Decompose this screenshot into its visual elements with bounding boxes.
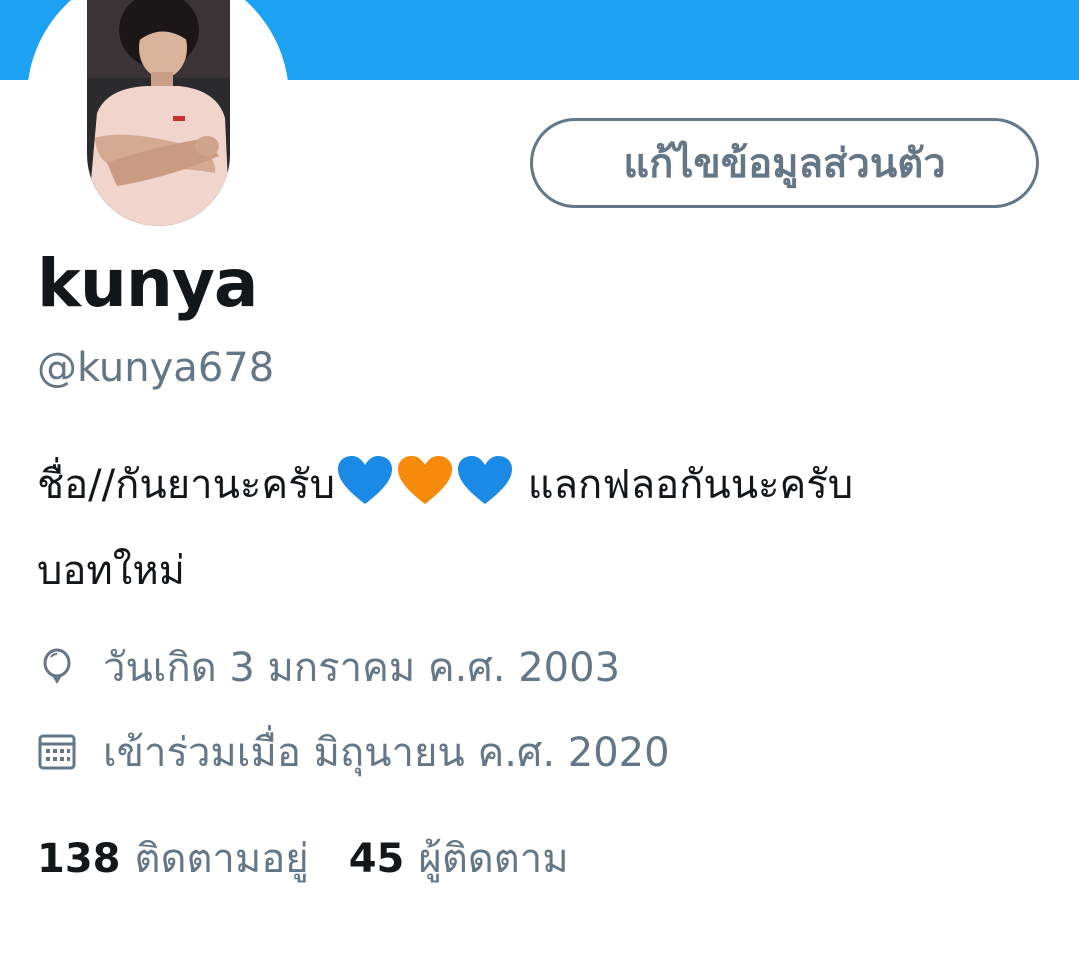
edit-profile-button[interactable]: แก้ไขข้อมูลส่วนตัว: [530, 118, 1039, 208]
balloon-icon: [37, 647, 77, 687]
user-handle: @kunya678: [37, 345, 275, 391]
bio-text: ชื่อ//กันยานะครับ: [37, 462, 336, 508]
bio-text: แลกฟลอกันนะครับ: [515, 462, 854, 508]
calendar-icon: [37, 732, 77, 772]
following-count: 138: [37, 836, 121, 882]
follow-stats: 138 ติดตามอยู่ 45 ผู้ติดตาม: [37, 826, 609, 890]
bio-text-line2: บอทใหม่: [37, 548, 186, 594]
display-name: kunya: [37, 245, 258, 322]
joined-row: เข้าร่วมเมื่อ มิถุนายน ค.ศ. 2020: [37, 720, 670, 784]
avatar[interactable]: [87, 0, 230, 226]
orange-heart-icon: [396, 454, 454, 532]
joined-text: เข้าร่วมเมื่อ มิถุนายน ค.ศ. 2020: [103, 730, 670, 776]
blue-heart-icon: [336, 454, 394, 532]
blue-heart-icon: [456, 454, 514, 532]
following-link[interactable]: 138 ติดตามอยู่: [37, 826, 309, 890]
followers-count: 45: [348, 836, 405, 882]
followers-link[interactable]: 45 ผู้ติดตาม: [349, 826, 569, 890]
followers-label: ผู้ติดตาม: [418, 836, 569, 882]
birthday-row: วันเกิด 3 มกราคม ค.ศ. 2003: [37, 635, 620, 699]
profile-bio: ชื่อ//กันยานะครับ แลกฟลอกันนะครับ บอทใหม…: [37, 446, 1047, 610]
birthday-text: วันเกิด 3 มกราคม ค.ศ. 2003: [103, 645, 621, 691]
following-label: ติดตามอยู่: [134, 836, 309, 882]
